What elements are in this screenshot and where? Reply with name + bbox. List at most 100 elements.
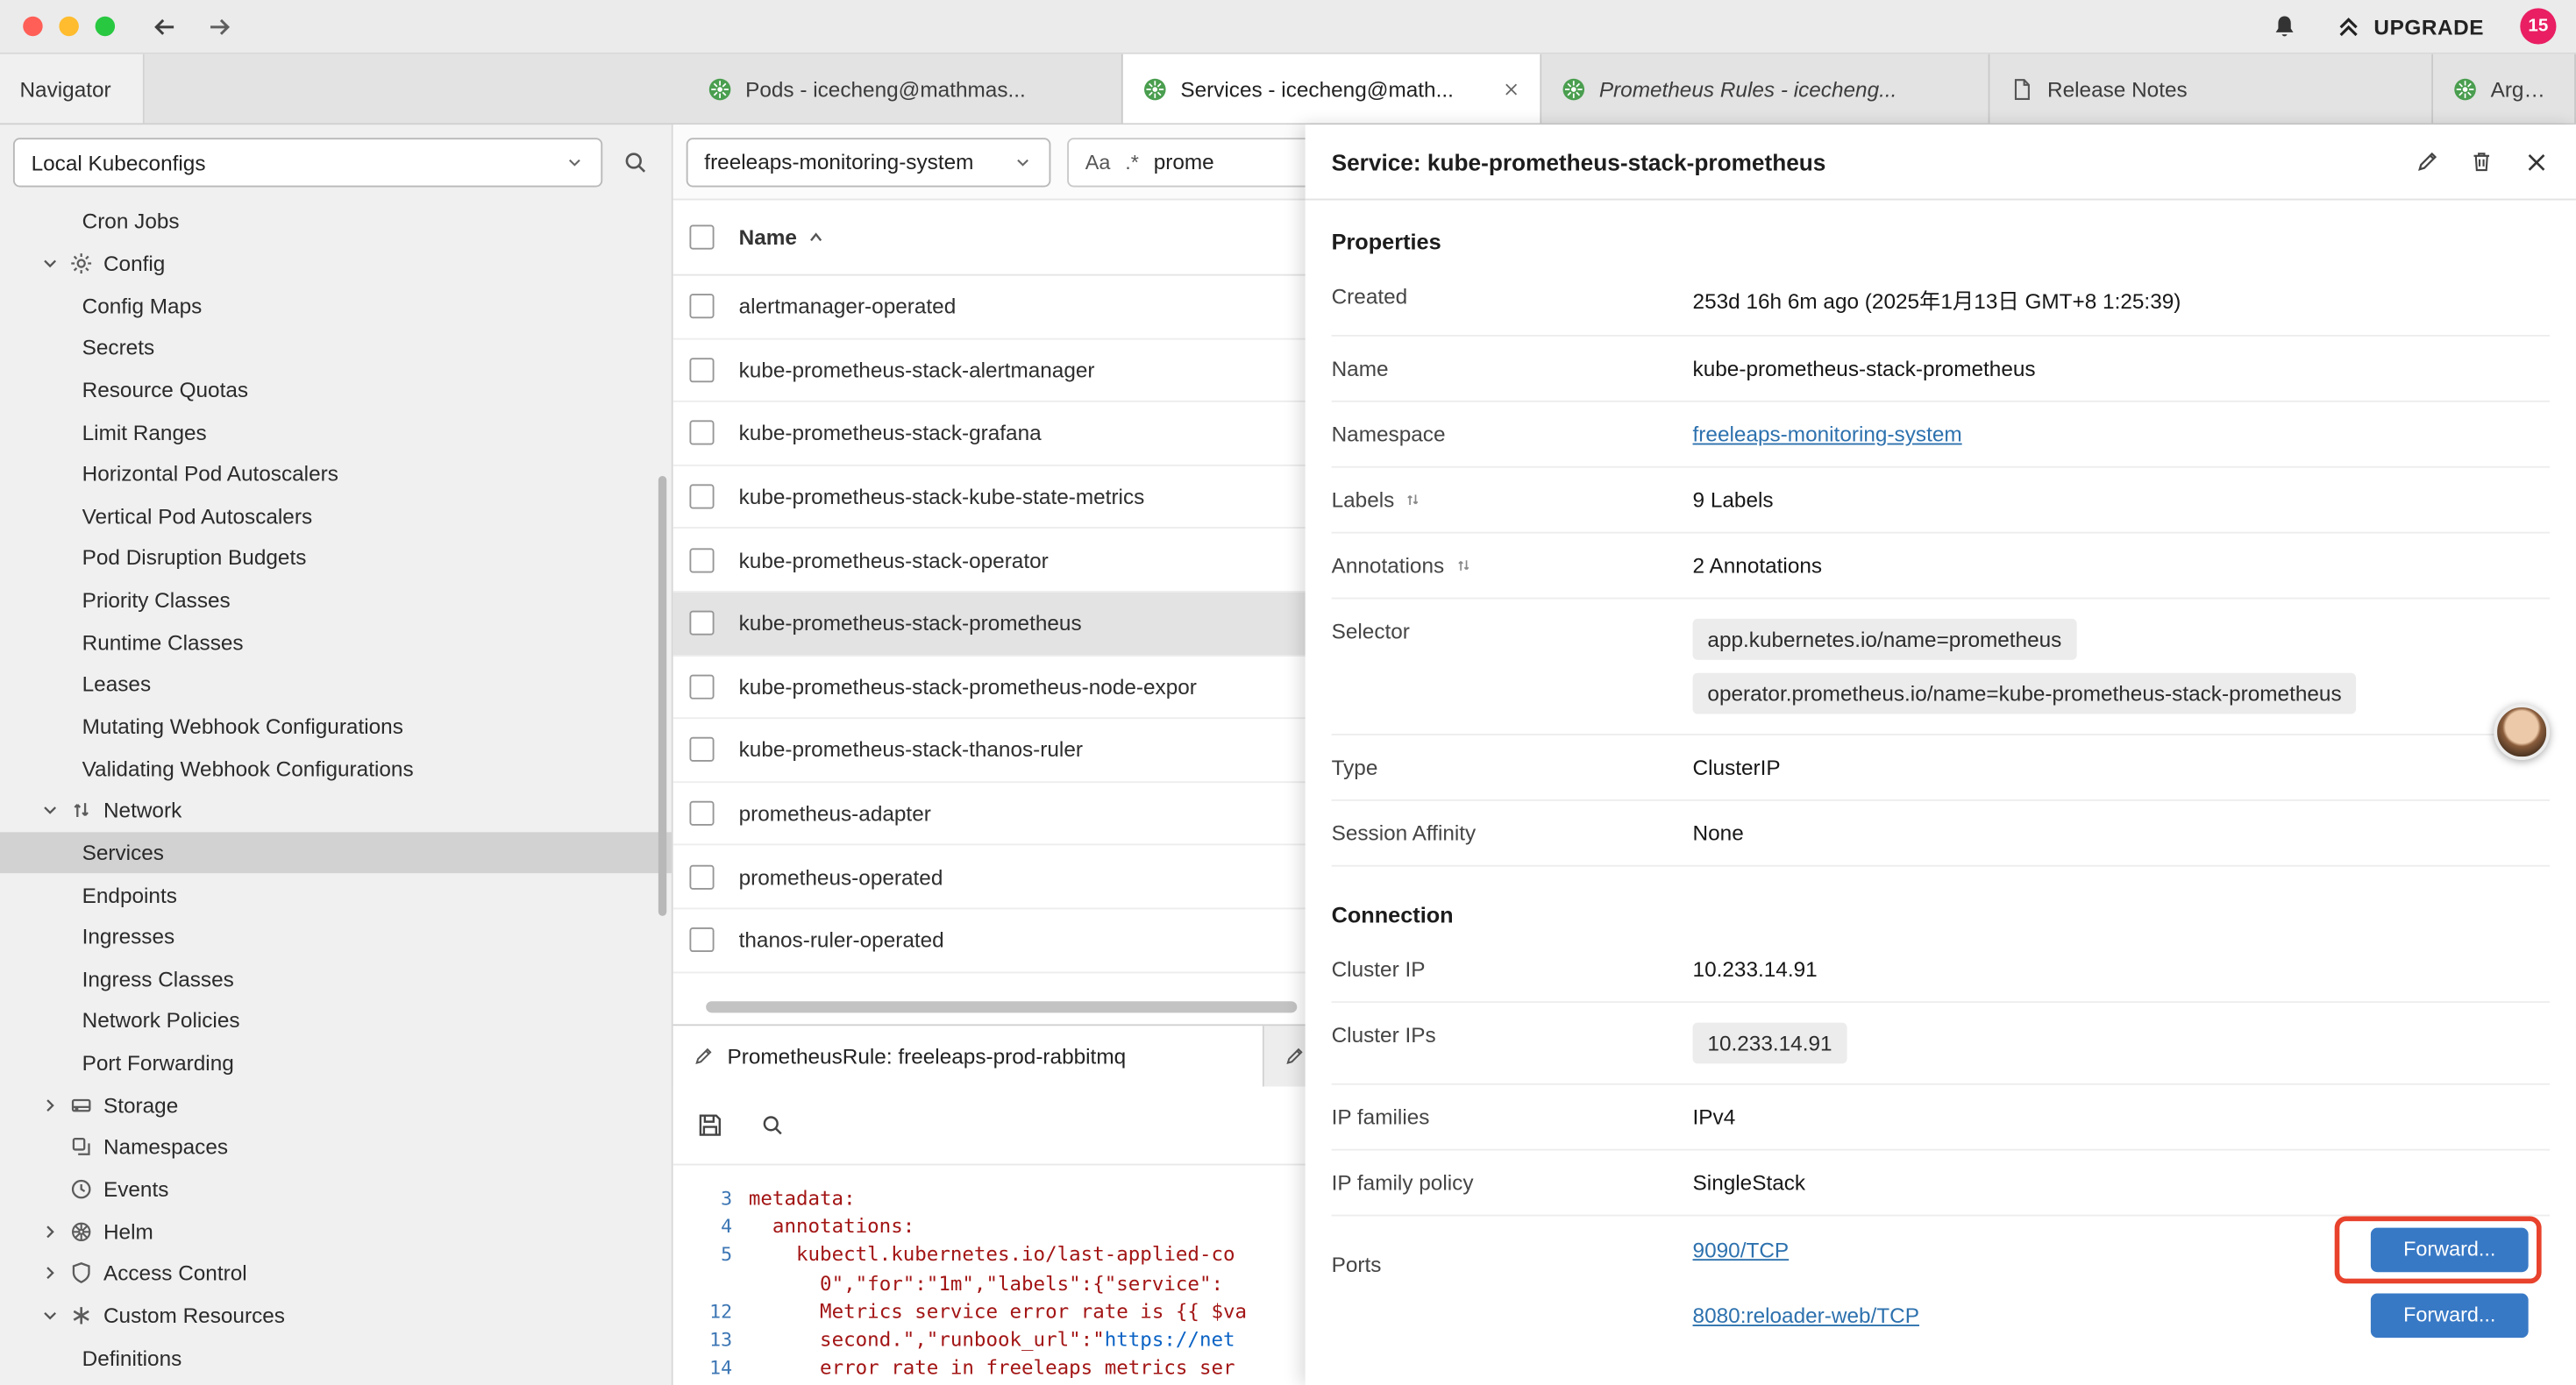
port-link[interactable]: 8080:reloader-web/TCP <box>1693 1303 1919 1327</box>
forward-button[interactable]: Forward... <box>2371 1293 2529 1338</box>
sidebar-item-resource-quotas[interactable]: Resource Quotas <box>0 368 672 410</box>
port-link[interactable]: 9090/TCP <box>1693 1237 1790 1261</box>
sidebar-item-vertical-pod-autoscalers[interactable]: Vertical Pod Autoscalers <box>0 495 672 537</box>
delete-resource-icon[interactable] <box>2469 149 2494 174</box>
upgrade-button[interactable]: UPGRADE <box>2334 12 2484 40</box>
close-tab-icon[interactable] <box>1502 80 1520 98</box>
sort-updown-icon[interactable] <box>1454 557 1472 575</box>
sidebar-item-secrets[interactable]: Secrets <box>0 326 672 368</box>
close-drawer-icon[interactable] <box>2523 148 2550 174</box>
forward-icon[interactable] <box>205 12 233 40</box>
chevron-down-icon[interactable] <box>39 252 60 273</box>
detail-row-session-affinity: Session AffinityNone <box>1332 801 2550 867</box>
code-text: Metrics service error rate is {{ $va <box>749 1298 1247 1326</box>
name-column-header[interactable]: Name <box>739 225 797 250</box>
sidebar-item-helm[interactable]: Helm <box>0 1211 672 1253</box>
chevron-right-icon[interactable] <box>39 1095 60 1116</box>
select-all-checkbox[interactable] <box>689 225 714 250</box>
editor-search-icon[interactable] <box>760 1113 785 1138</box>
row-checkbox[interactable] <box>689 485 714 509</box>
forward-button[interactable]: Forward... <box>2371 1227 2529 1272</box>
row-checkbox[interactable] <box>689 611 714 636</box>
sidebar-item-mutating-webhook-configurations[interactable]: Mutating Webhook Configurations <box>0 706 672 748</box>
chevron-right-icon[interactable] <box>39 1263 60 1284</box>
detail-drawer: Service: kube-prometheus-stack-prometheu… <box>1306 124 2576 1385</box>
sort-ascending-icon[interactable] <box>807 227 826 246</box>
sidebar-item-events[interactable]: Events <box>0 1168 672 1211</box>
row-checkbox[interactable] <box>689 738 714 763</box>
minimize-window-button[interactable] <box>59 17 78 36</box>
match-case-toggle[interactable]: Aa <box>1085 150 1111 173</box>
sidebar-item-leases[interactable]: Leases <box>0 664 672 706</box>
connection-rows: Cluster IP10.233.14.91Cluster IPs10.233.… <box>1332 937 2550 1347</box>
detail-row-value: 9090/TCP Forward... 8080:reloader-web/TCP F… <box>1693 1217 2550 1348</box>
sidebar-item-label: Network Policies <box>82 1009 240 1033</box>
row-checkbox[interactable] <box>689 674 714 699</box>
detail-row-labels: Labels9 Labels <box>1332 468 2550 534</box>
tab-label: Pods - icecheng@mathmas... <box>745 76 1026 101</box>
kubernetes-icon <box>1562 76 1586 101</box>
chevron-placeholder <box>39 1137 60 1158</box>
code-text: 0","for":"1m","labels":{"service": <box>749 1269 1223 1297</box>
row-checkbox[interactable] <box>689 358 714 382</box>
chevron-down-icon[interactable] <box>39 799 60 820</box>
row-checkbox[interactable] <box>689 421 714 445</box>
sidebar-item-definitions[interactable]: Definitions <box>0 1337 672 1379</box>
sidebar-search-icon[interactable] <box>623 149 649 175</box>
sidebar-item-limit-ranges[interactable]: Limit Ranges <box>0 411 672 453</box>
sidebar-item-custom-resources[interactable]: Custom Resources <box>0 1295 672 1337</box>
regex-toggle[interactable]: .* <box>1125 150 1139 173</box>
row-checkbox[interactable] <box>689 801 714 826</box>
back-icon[interactable] <box>151 12 179 40</box>
sidebar-item-services[interactable]: Services <box>0 832 672 874</box>
chevron-right-icon[interactable] <box>39 1221 60 1242</box>
sidebar-item-pod-disruption-budgets[interactable]: Pod Disruption Budgets <box>0 537 672 579</box>
row-checkbox[interactable] <box>689 548 714 572</box>
value-badge: operator.prometheus.io/name=kube-prometh… <box>1693 673 2357 714</box>
close-window-button[interactable] <box>23 17 42 36</box>
sidebar-item-runtime-classes[interactable]: Runtime Classes <box>0 621 672 664</box>
sidebar-item-priority-classes[interactable]: Priority Classes <box>0 579 672 621</box>
tab-release-notes[interactable]: Release Notes <box>1989 54 2433 124</box>
sidebar-item-validating-webhook-configurations[interactable]: Validating Webhook Configurations <box>0 748 672 790</box>
sidebar-item-storage[interactable]: Storage <box>0 1084 672 1126</box>
sidebar-item-port-forwarding[interactable]: Port Forwarding <box>0 1042 672 1084</box>
sidebar-item-access-control[interactable]: Access Control <box>0 1253 672 1295</box>
sidebar-item-endpoints[interactable]: Endpoints <box>0 874 672 916</box>
namespace-filter[interactable]: freeleaps-monitoring-system <box>687 137 1051 186</box>
sidebar-item-label: Mutating Webhook Configurations <box>82 714 403 739</box>
edit-resource-icon[interactable] <box>2415 149 2439 174</box>
save-icon[interactable] <box>696 1112 724 1140</box>
sidebar-item-config[interactable]: Config <box>0 242 672 284</box>
tab-services-icecheng-math[interactable]: Services - icecheng@math... <box>1123 54 1541 124</box>
sort-updown-icon[interactable] <box>1405 491 1423 509</box>
sidebar-item-label: Storage <box>103 1093 178 1118</box>
sidebar-item-network[interactable]: Network <box>0 790 672 832</box>
sidebar-item-cron-jobs[interactable]: Cron Jobs <box>0 200 672 242</box>
tab-label: Release Notes <box>2047 76 2188 101</box>
sidebar-item-network-policies[interactable]: Network Policies <box>0 1000 672 1042</box>
chevron-down-icon[interactable] <box>39 1305 60 1326</box>
chevron-down-icon <box>1013 152 1032 171</box>
zoom-window-button[interactable] <box>96 17 115 36</box>
sidebar-scrollbar[interactable] <box>658 476 666 916</box>
tab-argo-s[interactable]: Argo S... <box>2433 54 2576 124</box>
horizontal-scrollbar[interactable] <box>706 1001 1297 1012</box>
row-checkbox[interactable] <box>689 927 714 952</box>
sidebar-item-horizontal-pod-autoscalers[interactable]: Horizontal Pod Autoscalers <box>0 453 672 495</box>
user-avatar[interactable] <box>2494 704 2550 760</box>
namespace-link[interactable]: freeleaps-monitoring-system <box>1693 422 1962 446</box>
sidebar-item-ingress-classes[interactable]: Ingress Classes <box>0 958 672 1000</box>
tab-prometheus-rules-icecheng[interactable]: Prometheus Rules - icecheng... <box>1541 54 1989 124</box>
dock-tab-prometheusrule[interactable]: PrometheusRule: freeleaps-prod-rabbitmq <box>673 1026 1264 1086</box>
tab-pods-icecheng-mathmas[interactable]: Pods - icecheng@mathmas... <box>688 54 1123 124</box>
sidebar-item-namespaces[interactable]: Namespaces <box>0 1126 672 1168</box>
row-checkbox[interactable] <box>689 295 714 319</box>
kubeconfig-selector[interactable]: Local Kubeconfigs <box>13 138 602 187</box>
sidebar-item-ingresses[interactable]: Ingresses <box>0 916 672 958</box>
notifications-bell-icon[interactable] <box>2270 12 2298 40</box>
sidebar-item-config-maps[interactable]: Config Maps <box>0 284 672 326</box>
navigator-header[interactable]: Navigator <box>0 54 145 124</box>
notification-count-badge[interactable]: 15 <box>2520 8 2556 44</box>
row-checkbox[interactable] <box>689 864 714 889</box>
